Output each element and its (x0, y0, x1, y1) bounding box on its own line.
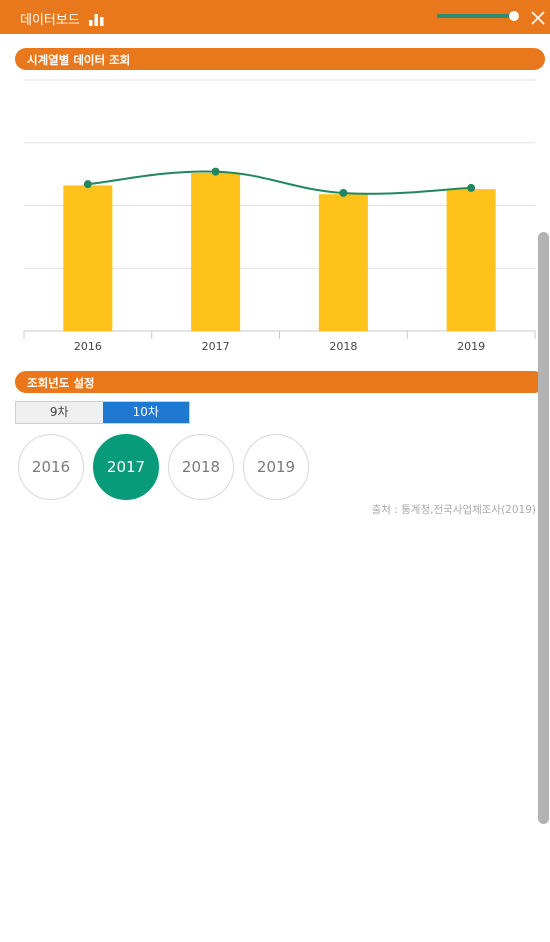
year-button-2019[interactable]: 2019 (243, 434, 309, 500)
bar (318, 194, 368, 331)
bar (63, 185, 113, 331)
year-button-2018[interactable]: 2018 (168, 434, 234, 500)
bar (446, 189, 496, 331)
opacity-slider[interactable] (437, 14, 515, 18)
x-tick-label: 2017 (202, 340, 230, 353)
year-section-title: 조회년도 설정 (27, 376, 95, 390)
trend-line (87, 170, 472, 195)
app-title: 데이터보드 (20, 13, 80, 28)
line-point (339, 188, 348, 197)
vertical-scrollbar[interactable] (538, 232, 549, 824)
top-bar: 데이터보드 (0, 0, 550, 34)
source-text: 출처 : 통계청,전국사업체조사(2019) (371, 504, 536, 516)
year-section-header: 조회년도 설정 (15, 371, 545, 393)
line-point (83, 180, 92, 189)
year-button-2017[interactable]: 2017 (93, 434, 159, 500)
slider-handle[interactable] (509, 11, 519, 21)
year-button-2016[interactable]: 2016 (18, 434, 84, 500)
bar (191, 172, 241, 331)
line-point (211, 167, 220, 176)
line-point (467, 183, 476, 192)
close-icon[interactable] (531, 10, 545, 25)
timeseries-section-title: 시계열별 데이터 조회 (27, 53, 131, 67)
x-tick-label: 2019 (457, 340, 485, 353)
round-tabs: 9차 10차 (15, 401, 190, 424)
tab-round-10[interactable]: 10차 (102, 402, 189, 423)
tab-round-9[interactable]: 9차 (16, 402, 103, 423)
timeseries-chart: 2016 2017 2018 2019 (23, 79, 536, 353)
x-tick-label: 2016 (74, 340, 102, 353)
timeseries-section-header: 시계열별 데이터 조회 (15, 48, 545, 70)
x-tick-label: 2018 (329, 340, 357, 353)
bar-chart-icon[interactable] (89, 11, 104, 30)
